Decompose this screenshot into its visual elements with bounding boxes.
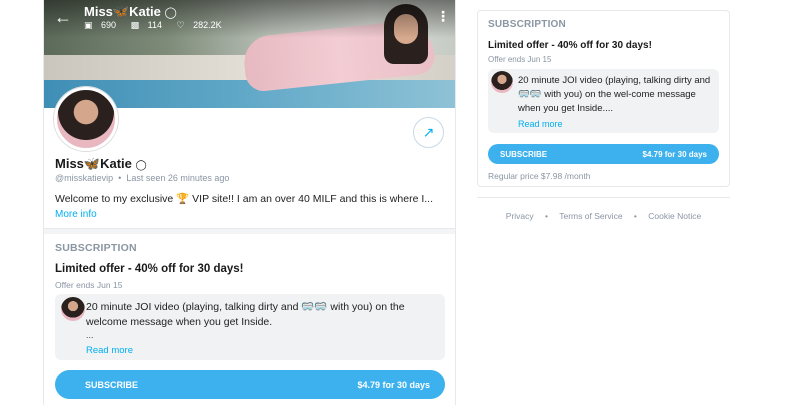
terms-link[interactable]: Terms of Service (559, 211, 622, 221)
username: @misskatievip (55, 173, 114, 183)
page: ← Miss🦋Katie ◯ ▣ 690 ▩ 114 ♡ 282.2K ⋮ ↗ … (0, 0, 800, 405)
more-info-link[interactable]: More info (55, 209, 97, 220)
offer-title: Limited offer - 40% off for 30 days! (488, 40, 652, 51)
separator-dot: • (545, 211, 549, 221)
verified-badge-icon: ◯ (164, 7, 177, 19)
subscribe-label: SUBSCRIBE (85, 380, 139, 390)
footer-links: Privacy • Terms of Service • Cookie Noti… (477, 211, 730, 221)
subscription-title: SUBSCRIPTION (55, 242, 137, 254)
welcome-message-text: 20 minute JOI video (playing, talking di… (86, 301, 405, 328)
message-avatar (61, 297, 85, 321)
privacy-link[interactable]: Privacy (506, 211, 534, 221)
profile-handle-line: @misskatievip • Last seen 26 minutes ago (55, 173, 230, 183)
subscribe-price: $4.79 for 30 days (357, 380, 430, 390)
heart-icon: ♡ (176, 20, 185, 30)
profile-name: Miss🦋Katie ◯ (55, 156, 147, 171)
profile-bio: Welcome to my exclusive 🏆 VIP site!! I a… (55, 193, 433, 205)
header-name: Miss🦋Katie ◯ (84, 4, 177, 19)
profile-column: ← Miss🦋Katie ◯ ▣ 690 ▩ 114 ♡ 282.2K ⋮ ↗ … (43, 0, 456, 405)
welcome-message-box: 20 minute JOI video (playing, talking di… (55, 294, 445, 360)
subscription-title: SUBSCRIPTION (488, 19, 566, 30)
back-arrow-icon[interactable]: ← (54, 8, 72, 26)
message-avatar (491, 71, 513, 93)
welcome-message-text: 20 minute JOI video (playing, talking di… (518, 75, 711, 114)
video-icon: ▩ (130, 20, 140, 30)
separator-dot: • (633, 211, 637, 221)
likes-stat: ♡ 282.2K (176, 20, 222, 30)
more-options-icon[interactable]: ⋮ (436, 9, 450, 23)
welcome-message-box: 20 minute JOI video (playing, talking di… (488, 69, 719, 133)
section-divider (44, 228, 455, 234)
regular-price: Regular price $7.98 /month (488, 171, 591, 181)
photos-stat: ▣ 690 (84, 20, 117, 30)
subscribe-button[interactable]: SUBSCRIBE $4.79 for 30 days (55, 370, 445, 399)
offer-ends: Offer ends Jun 15 (55, 280, 123, 290)
offer-title: Limited offer - 40% off for 30 days! (55, 263, 244, 275)
sidebar-divider (477, 197, 730, 198)
avatar[interactable] (54, 87, 118, 151)
subscribe-label: SUBSCRIBE (500, 150, 548, 159)
message-ellipsis: ... (86, 330, 94, 340)
profile-header-bar: ← Miss🦋Katie ◯ ▣ 690 ▩ 114 ♡ 282.2K ⋮ (44, 0, 455, 38)
read-more-link[interactable]: Read more (86, 345, 133, 356)
profile-stats: ▣ 690 ▩ 114 ♡ 282.2K (84, 20, 234, 31)
offer-ends: Offer ends Jun 15 (488, 55, 552, 64)
share-icon[interactable]: ↗ (413, 117, 444, 148)
cookie-notice-link[interactable]: Cookie Notice (648, 211, 701, 221)
last-seen: Last seen 26 minutes ago (126, 173, 230, 183)
videos-stat: ▩ 114 (130, 20, 162, 30)
subscribe-button[interactable]: SUBSCRIBE $4.79 for 30 days (488, 144, 719, 164)
read-more-link[interactable]: Read more (518, 119, 563, 129)
sidebar-subscription-card: SUBSCRIPTION Limited offer - 40% off for… (477, 10, 730, 187)
image-icon: ▣ (84, 20, 93, 30)
verified-badge-icon: ◯ (135, 160, 147, 171)
subscribe-price: $4.79 for 30 days (642, 150, 707, 159)
